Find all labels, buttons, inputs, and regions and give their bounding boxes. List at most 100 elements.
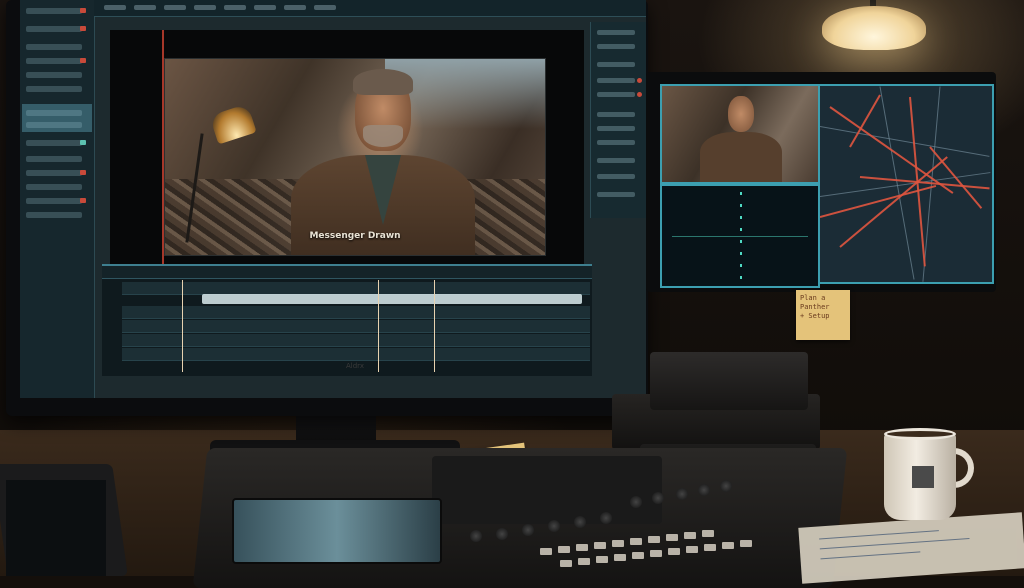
effect-item[interactable]: [597, 30, 635, 35]
handwriting: [820, 551, 921, 560]
project-item[interactable]: [26, 212, 82, 218]
effect-item[interactable]: [597, 192, 635, 197]
menu-item[interactable]: [104, 5, 126, 10]
timeline-marker[interactable]: [434, 280, 435, 372]
console-key[interactable]: [668, 548, 680, 555]
map-road: [820, 126, 990, 157]
console-knob[interactable]: [470, 530, 482, 542]
console-key[interactable]: [702, 530, 714, 537]
status-dot: [80, 8, 86, 13]
effect-item[interactable]: [597, 92, 635, 97]
main-monitor: Messenger Drawn Aldrx: [6, 0, 648, 416]
timeline-track[interactable]: [122, 334, 590, 347]
timeline-track[interactable]: [122, 306, 590, 319]
menu-item[interactable]: [164, 5, 186, 10]
project-item[interactable]: [26, 58, 82, 64]
menu-item[interactable]: [254, 5, 276, 10]
timeline-track[interactable]: [122, 320, 590, 333]
console-knob[interactable]: [522, 524, 534, 536]
subtitle-text: Messenger Drawn: [309, 231, 401, 241]
status-dot: [80, 170, 86, 175]
console-knob[interactable]: [676, 488, 688, 500]
scope-trace: [740, 192, 742, 280]
sticky-note-monitor: Plan a Panther + Setup: [796, 290, 850, 340]
project-item[interactable]: [26, 170, 82, 176]
project-item[interactable]: [26, 44, 82, 50]
console-key[interactable]: [558, 546, 570, 553]
console-key[interactable]: [576, 544, 588, 551]
playhead[interactable]: [378, 280, 379, 372]
laptop-screen: [6, 480, 106, 576]
timeline-track[interactable]: [122, 348, 590, 361]
console-knob[interactable]: [548, 520, 560, 532]
console-knob[interactable]: [630, 496, 642, 508]
waveform-scope-icon: [660, 184, 820, 288]
timeline-ruler[interactable]: [102, 266, 592, 279]
menu-item[interactable]: [224, 5, 246, 10]
menu-item[interactable]: [284, 5, 306, 10]
console-screen: [232, 498, 442, 564]
console-key[interactable]: [648, 536, 660, 543]
project-item[interactable]: [26, 122, 82, 128]
console-key[interactable]: [666, 534, 678, 541]
console-key[interactable]: [722, 542, 734, 549]
console-key[interactable]: [686, 546, 698, 553]
console-key[interactable]: [630, 538, 642, 545]
project-item[interactable]: [26, 156, 82, 162]
equipment-box: [650, 352, 808, 410]
console-key[interactable]: [704, 544, 716, 551]
project-panel: [20, 0, 95, 398]
project-item[interactable]: [26, 72, 82, 78]
console-key[interactable]: [594, 542, 606, 549]
menu-item[interactable]: [194, 5, 216, 10]
menu-item[interactable]: [314, 5, 336, 10]
console-knob[interactable]: [652, 492, 664, 504]
effect-item[interactable]: [597, 44, 635, 49]
project-item[interactable]: [26, 184, 82, 190]
project-item[interactable]: [26, 198, 82, 204]
effect-item[interactable]: [597, 140, 635, 145]
project-item[interactable]: [26, 140, 82, 146]
effect-item[interactable]: [597, 126, 635, 131]
console-key[interactable]: [596, 556, 608, 563]
effect-item[interactable]: [597, 158, 635, 163]
timeline[interactable]: [102, 264, 592, 376]
console-key[interactable]: [540, 548, 552, 555]
project-item[interactable]: [26, 8, 82, 14]
video-frame-icon: Messenger Drawn: [164, 58, 546, 256]
reference-video-icon: [660, 84, 820, 184]
console-knob[interactable]: [600, 512, 612, 524]
console-key[interactable]: [614, 554, 626, 561]
man-beard: [363, 125, 403, 147]
console-knob[interactable]: [496, 528, 508, 540]
man-face-small: [728, 96, 754, 132]
console-knob[interactable]: [698, 484, 710, 496]
timeline-marker[interactable]: [182, 280, 183, 372]
effect-item[interactable]: [597, 78, 635, 83]
console-key[interactable]: [560, 560, 572, 567]
project-item[interactable]: [26, 26, 82, 32]
man-jacket-small: [700, 132, 782, 182]
effect-item[interactable]: [597, 174, 635, 179]
console-key[interactable]: [740, 540, 752, 547]
effect-item[interactable]: [597, 112, 635, 117]
effect-item[interactable]: [597, 62, 635, 67]
console-key[interactable]: [578, 558, 590, 565]
sticky-note-text: Plan a Panther + Setup: [800, 294, 830, 320]
console-key[interactable]: [650, 550, 662, 557]
console-knob[interactable]: [574, 516, 586, 528]
desk-lamp-icon: [822, 6, 926, 50]
project-item[interactable]: [26, 110, 82, 116]
console-knob[interactable]: [720, 480, 732, 492]
timeline-clip[interactable]: [202, 294, 582, 304]
record-dot: [637, 92, 642, 97]
handwriting: [819, 537, 970, 550]
console-key[interactable]: [632, 552, 644, 559]
console-key[interactable]: [612, 540, 624, 547]
console-key[interactable]: [684, 532, 696, 539]
map-route: [929, 146, 983, 209]
record-dot: [637, 78, 642, 83]
project-item[interactable]: [26, 86, 82, 92]
menu-item[interactable]: [134, 5, 156, 10]
menu-bar: [94, 0, 646, 17]
